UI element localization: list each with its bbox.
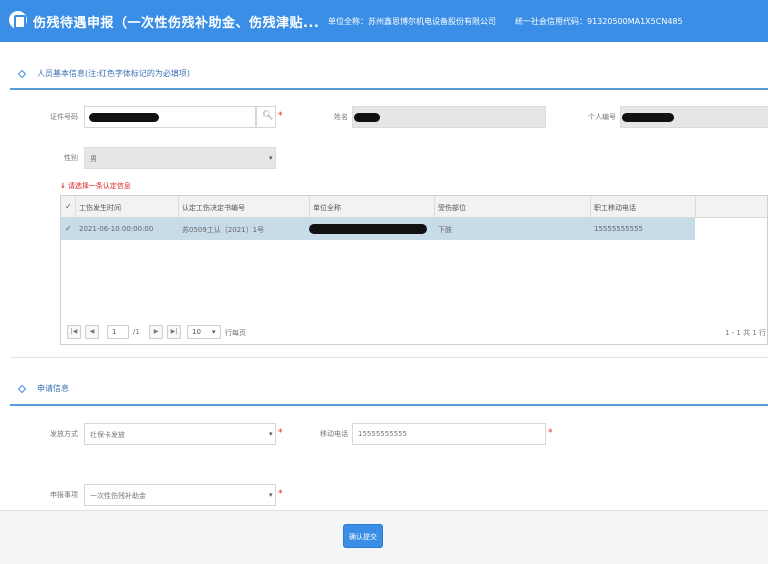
gender-label: 性别 <box>64 154 78 162</box>
section-divider <box>10 357 768 358</box>
next-page-button[interactable]: ▶ <box>149 325 163 339</box>
name-field <box>352 106 546 128</box>
col-header-phone: 职工移动电话 <box>594 204 636 212</box>
payment-method-label: 发放方式 <box>50 430 78 438</box>
col-separator <box>178 196 179 218</box>
gender-select: 男 ▾ <box>84 147 276 169</box>
page-size-value: 10 <box>192 328 201 336</box>
chevron-down-icon: ▾ <box>269 154 273 162</box>
gender-value: 男 <box>90 155 97 163</box>
cell-body-part: 下肢 <box>438 226 452 234</box>
pager-summary: 1 - 1 共 1 行 <box>725 329 767 337</box>
page-size-select[interactable]: 10 ▾ <box>187 325 221 339</box>
app-logo-icon <box>9 11 27 29</box>
chevron-down-icon: ▾ <box>212 328 216 336</box>
name-label: 姓名 <box>334 113 348 121</box>
required-mark: * <box>278 428 283 438</box>
apply-item-value: 一次性伤残补助金 <box>90 492 146 500</box>
first-page-button[interactable]: |◀ <box>67 325 81 339</box>
section-basic-info-title: 人员基本信息(注:红色字体标记的为必填项) <box>37 69 190 78</box>
required-mark: * <box>548 428 553 438</box>
payment-method-select[interactable]: 社保卡发放 ▾ <box>84 423 276 445</box>
credit-code-info: 统一社会信用代码：91320500MA1X5CN485 <box>515 16 683 27</box>
col-separator <box>75 196 76 218</box>
prev-page-button[interactable]: ◀ <box>85 325 99 339</box>
col-separator <box>590 196 591 218</box>
credit-code-value: 91320500MA1X5CN485 <box>587 17 683 26</box>
col-header-decision-no: 认定工伤决定书编号 <box>182 204 245 212</box>
payment-method-value: 社保卡发放 <box>90 431 125 439</box>
redacted-unit-name <box>309 224 427 234</box>
page-number-input[interactable]: 1 <box>107 325 129 339</box>
total-pages: /1 <box>133 328 140 336</box>
cell-time: 2021-06-10 00:00:00 <box>79 225 154 233</box>
col-header-unit: 单位全称 <box>313 204 341 212</box>
redacted-person-no <box>622 113 674 122</box>
redacted-id-number <box>89 113 159 122</box>
grid-pager: |◀ ◀ 1 /1 ▶ ▶| 10 ▾ 行每页 1 - 1 共 1 行 <box>61 322 767 344</box>
check-icon[interactable]: ✓ <box>65 224 72 233</box>
app-header: 伤残待遇申报（一次性伤残补助金、伤残津贴... 单位全称：苏州鑫恩博尔机电设备股… <box>0 0 768 42</box>
footer-bar: 确认提交 <box>0 510 768 564</box>
search-button[interactable]: 🔍︎ <box>256 106 276 128</box>
recognition-grid: ✓ 工伤发生时间 认定工伤决定书编号 单位全称 受伤部位 职工移动电话 ✓ 20… <box>60 195 768 345</box>
required-mark: * <box>278 111 283 121</box>
mobile-phone-input[interactable]: 15555555555 <box>352 423 546 445</box>
unit-label: 单位全称： <box>328 17 368 26</box>
unit-info: 单位全称：苏州鑫恩博尔机电设备股份有限公司 <box>328 16 496 27</box>
redacted-name <box>354 113 380 122</box>
credit-code-label: 统一社会信用代码： <box>515 17 587 26</box>
diamond-icon <box>17 69 27 78</box>
section-apply-info-line <box>10 404 768 406</box>
col-header-body-part: 受伤部位 <box>438 204 466 212</box>
section-basic-info: 人员基本信息(注:红色字体标记的为必填项) <box>17 68 190 79</box>
chevron-down-icon: ▾ <box>269 430 273 438</box>
per-page-label: 行每页 <box>225 329 246 337</box>
chevron-down-icon: ▾ <box>269 491 273 499</box>
diamond-icon <box>17 384 27 393</box>
cell-phone: 15555555555 <box>594 225 643 233</box>
id-number-input[interactable] <box>84 106 256 128</box>
page-title: 伤残待遇申报（一次性伤残补助金、伤残津贴... <box>33 16 320 31</box>
apply-item-label: 申报事项 <box>50 491 78 499</box>
required-mark: * <box>278 489 283 499</box>
search-icon: 🔍︎ <box>262 111 274 121</box>
col-separator <box>309 196 310 218</box>
arrow-down-icon: ↓ <box>60 182 66 190</box>
col-separator <box>695 196 696 218</box>
apply-item-select[interactable]: 一次性伤残补助金 ▾ <box>84 484 276 506</box>
last-page-button[interactable]: ▶| <box>167 325 181 339</box>
grid-header: ✓ 工伤发生时间 认定工伤决定书编号 单位全称 受伤部位 职工移动电话 <box>61 196 767 218</box>
person-no-field <box>620 106 768 128</box>
col-separator <box>434 196 435 218</box>
section-basic-info-line <box>10 88 768 90</box>
select-hint-text: 请选择一条认定信息 <box>67 182 131 190</box>
mobile-phone-label: 移动电话 <box>320 430 348 438</box>
section-apply-info-title: 申请信息 <box>37 384 69 393</box>
person-no-label: 个人编号 <box>588 113 616 121</box>
table-row[interactable]: ✓ 2021-06-10 00:00:00 苏0509工认〔2021〕1号 下肢… <box>61 218 695 240</box>
id-number-label: 证件号码 <box>50 113 78 121</box>
unit-name: 苏州鑫恩博尔机电设备股份有限公司 <box>368 17 496 26</box>
check-icon[interactable]: ✓ <box>65 202 72 211</box>
section-apply-info: 申请信息 <box>17 383 69 394</box>
select-hint: ↓ 请选择一条认定信息 <box>60 181 131 191</box>
submit-button[interactable]: 确认提交 <box>343 524 383 548</box>
cell-decision-no: 苏0509工认〔2021〕1号 <box>182 226 265 234</box>
col-header-time: 工伤发生时间 <box>79 204 121 212</box>
